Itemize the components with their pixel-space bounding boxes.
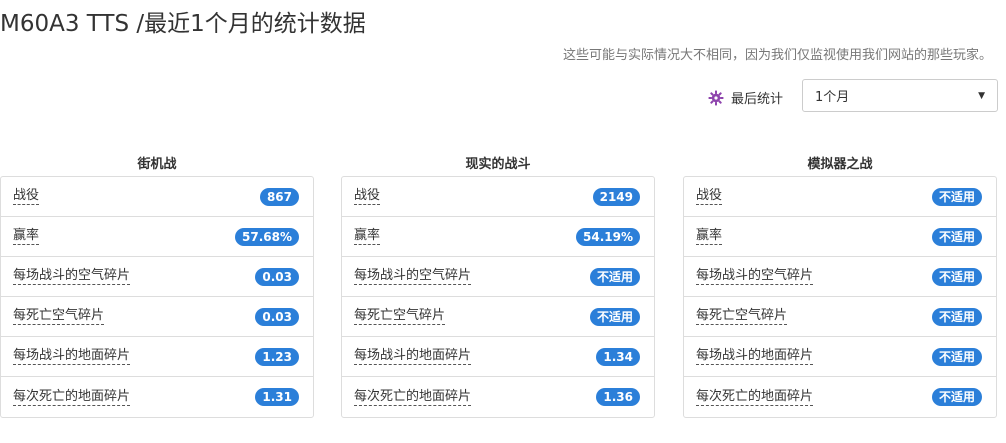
- stat-value-badge: 不适用: [931, 267, 982, 286]
- stat-row: 每死亡空气碎片 不适用: [342, 297, 654, 337]
- stat-label[interactable]: 每死亡空气碎片: [13, 308, 105, 325]
- stat-row: 每场战斗的空气碎片 0.03: [1, 257, 313, 297]
- column-title: 现实的战斗: [465, 157, 531, 172]
- gear-icon: [708, 90, 724, 105]
- stat-row: 战役 不适用: [684, 177, 996, 217]
- stat-row: 每次死亡的地面碎片 1.36: [342, 377, 654, 417]
- stat-row: 每场战斗的地面碎片 1.23: [1, 337, 313, 377]
- stat-row: 每场战斗的地面碎片 1.34: [342, 337, 654, 377]
- stats-column: 现实的战斗 战役 2149 赢率 54.19% 每场战斗的空气碎片 不适用 每死亡空气碎片 不适…: [341, 156, 655, 418]
- stat-label[interactable]: 战役: [354, 188, 381, 205]
- stat-value-badge: 不适用: [931, 307, 982, 326]
- stat-value-badge: 57.68%: [235, 227, 299, 246]
- stat-label[interactable]: 每次死亡的地面碎片: [354, 389, 472, 406]
- stat-value-badge: 1.23: [255, 347, 299, 366]
- stat-row: 每场战斗的地面碎片 不适用: [684, 337, 996, 377]
- stat-value-badge: 不适用: [931, 388, 982, 406]
- stat-value-badge: 2149: [592, 187, 640, 206]
- stat-label[interactable]: 战役: [696, 188, 723, 205]
- stat-label[interactable]: 每场战斗的地面碎片: [354, 348, 472, 365]
- last-stats-text: 最后统计: [731, 92, 784, 107]
- stat-row: 每次死亡的地面碎片 不适用: [684, 377, 996, 417]
- period-select[interactable]: 1个月 ▼: [802, 79, 998, 112]
- page-title: M60A3 TTS /最近1个月的统计数据: [0, 11, 366, 37]
- stat-value-badge: 不适用: [589, 307, 640, 326]
- stat-row: 每场战斗的空气碎片 不适用: [342, 257, 654, 297]
- stat-list: 战役 2149 赢率 54.19% 每场战斗的空气碎片 不适用 每死亡空气碎片 不适用 每场战斗…: [341, 176, 655, 418]
- stat-label[interactable]: 每次死亡的地面碎片: [13, 389, 131, 406]
- stat-row: 每次死亡的地面碎片 1.31: [1, 377, 313, 417]
- period-select-value: 1个月: [815, 90, 850, 105]
- stat-row: 战役 867: [1, 177, 313, 217]
- stat-label[interactable]: 赢率: [696, 228, 723, 245]
- disclaimer-text: 这些可能与实际情况大不相同，因为我们仅监视使用我们网站的那些玩家。: [562, 48, 992, 63]
- stat-list: 战役 不适用 赢率 不适用 每场战斗的空气碎片 不适用 每死亡空气碎片 不适用 每场战斗的地面碎…: [683, 176, 997, 418]
- stat-label[interactable]: 每死亡空气碎片: [696, 308, 788, 325]
- stat-value-badge: 867: [259, 187, 299, 206]
- column-title: 街机战: [137, 157, 177, 172]
- stat-label[interactable]: 每次死亡的地面碎片: [696, 389, 814, 406]
- stat-value-badge: 1.31: [255, 388, 299, 406]
- stat-row: 每死亡空气碎片 0.03: [1, 297, 313, 337]
- stat-value-badge: 54.19%: [576, 227, 640, 246]
- stat-list: 战役 867 赢率 57.68% 每场战斗的空气碎片 0.03 每死亡空气碎片 0.03 每场战…: [0, 176, 314, 418]
- stat-value-badge: 0.03: [255, 267, 299, 286]
- stat-value-badge: 1.36: [596, 388, 640, 406]
- stat-value-badge: 0.03: [255, 307, 299, 326]
- stat-row: 每死亡空气碎片 不适用: [684, 297, 996, 337]
- stat-label[interactable]: 每死亡空气碎片: [354, 308, 446, 325]
- stat-label[interactable]: 每场战斗的地面碎片: [696, 348, 814, 365]
- stat-value-badge: 不适用: [931, 187, 982, 206]
- stat-label[interactable]: 赢率: [13, 228, 40, 245]
- stat-row: 赢率 不适用: [684, 217, 996, 257]
- stat-value-badge: 不适用: [589, 267, 640, 286]
- stat-row: 战役 2149: [342, 177, 654, 217]
- stat-label[interactable]: 赢率: [354, 228, 381, 245]
- stat-label[interactable]: 每场战斗的空气碎片: [354, 268, 472, 285]
- column-title: 模拟器之战: [807, 157, 873, 172]
- stat-row: 赢率 57.68%: [1, 217, 313, 257]
- chevron-down-icon: ▼: [978, 90, 985, 101]
- stat-label[interactable]: 战役: [13, 188, 40, 205]
- stat-label[interactable]: 每场战斗的地面碎片: [13, 348, 131, 365]
- last-stats-label: 最后统计: [708, 88, 783, 107]
- stat-value-badge: 不适用: [931, 227, 982, 246]
- stat-value-badge: 1.34: [596, 347, 640, 366]
- stats-column: 街机战战役 867 赢率 57.68% 每场战斗的空气碎片 0.03 每死亡空气碎片 0.03…: [0, 156, 314, 418]
- stat-label[interactable]: 每场战斗的空气碎片: [696, 268, 814, 285]
- stat-row: 赢率 54.19%: [342, 217, 654, 257]
- stat-row: 每场战斗的空气碎片 不适用: [684, 257, 996, 297]
- stats-column: 模拟器之战 战役 不适用 赢率 不适用 每场战斗的空气碎片 不适用 每死亡空气碎片 不适用 每场战…: [683, 156, 997, 418]
- stat-value-badge: 不适用: [931, 347, 982, 366]
- stat-label[interactable]: 每场战斗的空气碎片: [13, 268, 131, 285]
